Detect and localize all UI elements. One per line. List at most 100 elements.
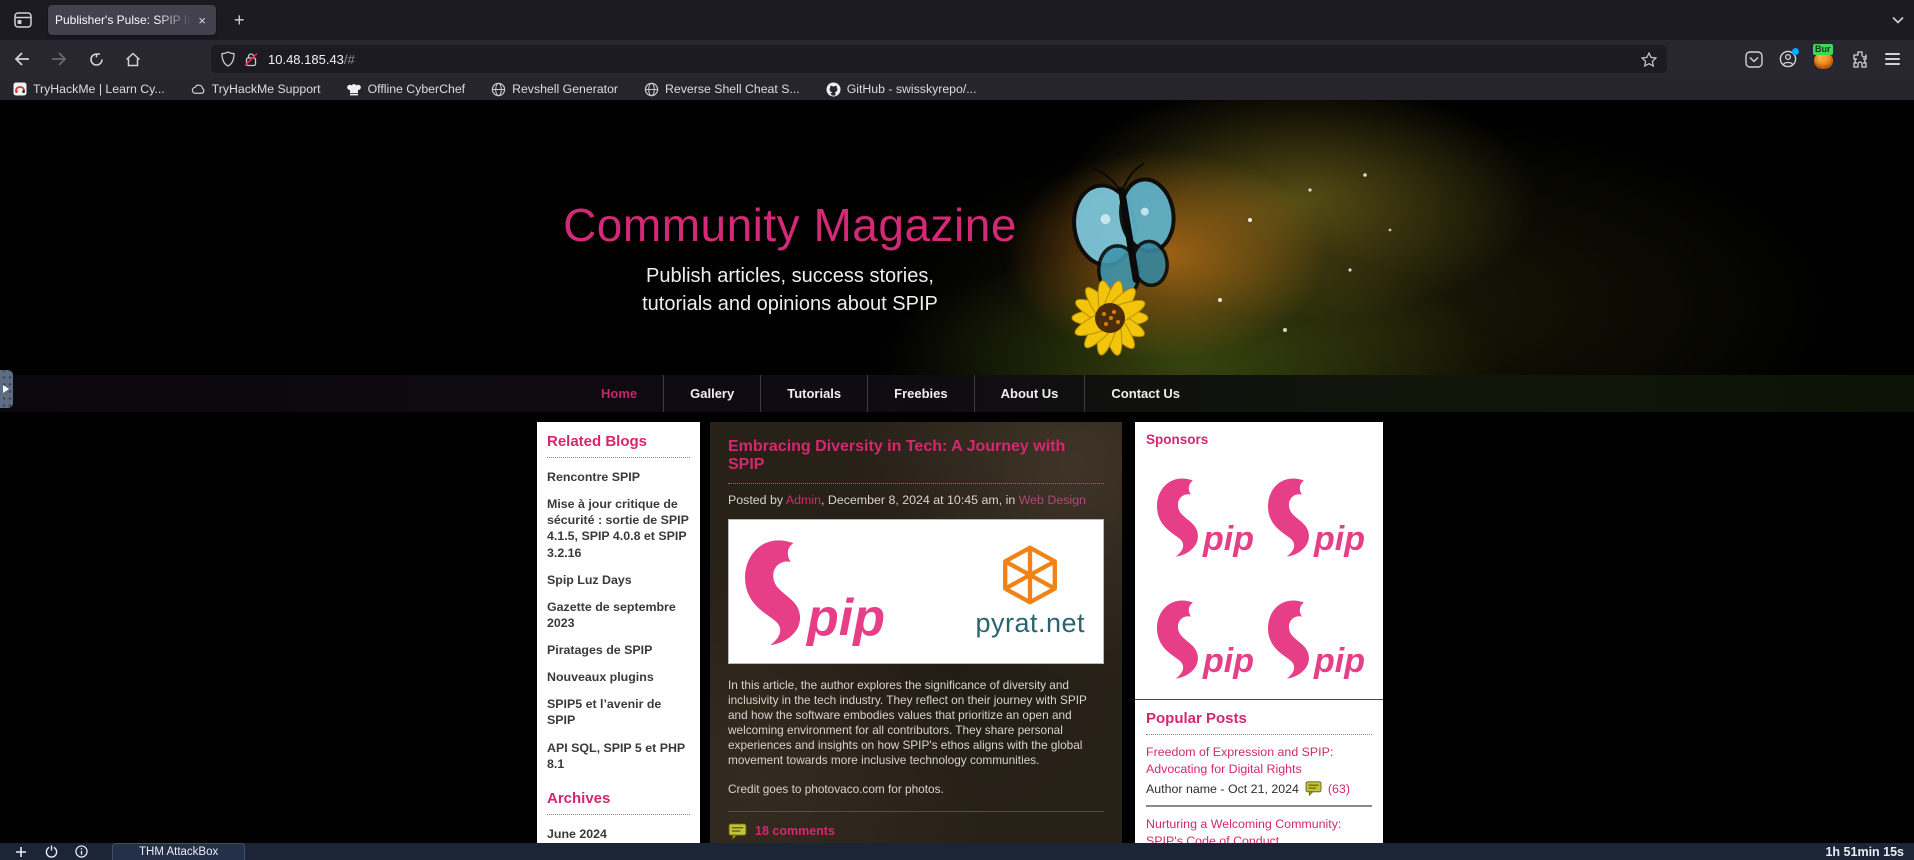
sponsor-spip-logo[interactable]: pip bbox=[1259, 459, 1370, 559]
bookmark-tryhackme[interactable]: TryHackMe | Learn Cy... bbox=[12, 82, 165, 97]
power-icon[interactable] bbox=[36, 845, 66, 858]
split-view-handle[interactable] bbox=[0, 370, 13, 408]
related-blog-link[interactable]: Nouveaux plugins bbox=[547, 669, 690, 685]
browser-tab-bar: Publisher's Pulse: SPIP Insigh × + bbox=[0, 0, 1914, 40]
forward-button[interactable] bbox=[45, 45, 73, 73]
attackbox-taskbar: THM AttackBox 1h 51min 15s bbox=[0, 843, 1914, 860]
info-icon[interactable] bbox=[66, 845, 96, 858]
archives-heading: Archives bbox=[547, 790, 690, 807]
sponsor-grid: pip pip pip pip bbox=[1146, 451, 1372, 697]
spip-logo: pip bbox=[739, 536, 885, 648]
related-blogs-heading: Related Blogs bbox=[547, 433, 690, 450]
category-link[interactable]: Web Design bbox=[1019, 493, 1086, 507]
popular-post-link[interactable]: Freedom of Expression and SPIP: Advocati… bbox=[1146, 744, 1372, 777]
archive-link[interactable]: June 2024 bbox=[547, 826, 690, 842]
page-viewport: Community Magazine Publish articles, suc… bbox=[0, 100, 1914, 843]
right-sidebar: Sponsors pip pip pip pip Popular Posts F… bbox=[1135, 422, 1383, 843]
browser-toolbar: 10.48.185.43/# Bur bbox=[0, 40, 1914, 78]
insecure-lock-icon[interactable] bbox=[244, 52, 258, 67]
left-sidebar: Related Blogs Rencontre SPIP Mise à jour… bbox=[537, 422, 700, 843]
divider bbox=[1146, 805, 1372, 807]
sponsor-spip-logo[interactable]: pip bbox=[1259, 581, 1370, 681]
comments-link[interactable]: 18 comments bbox=[755, 824, 835, 838]
url-path: /# bbox=[344, 52, 355, 67]
bookmark-tryhackme-support[interactable]: TryHackMe Support bbox=[191, 82, 321, 97]
site-title: Community Magazine bbox=[440, 198, 1140, 252]
new-tab-button[interactable]: + bbox=[226, 8, 253, 33]
nav-item-home[interactable]: Home bbox=[575, 375, 663, 412]
bookmark-github-swisskyrepo[interactable]: GitHub - swisskyrepo/... bbox=[826, 82, 977, 97]
author-link[interactable]: Admin bbox=[786, 493, 821, 507]
account-notification-dot bbox=[1792, 48, 1799, 55]
attackbox-tab[interactable]: THM AttackBox bbox=[112, 843, 245, 860]
nav-item-about-us[interactable]: About Us bbox=[974, 375, 1085, 412]
comment-count-link[interactable]: (63) bbox=[1328, 782, 1350, 796]
url-bar[interactable]: 10.48.185.43/# bbox=[211, 45, 1667, 73]
related-blog-link[interactable]: SPIP5 et l’avenir de SPIP bbox=[547, 696, 690, 728]
related-blog-link[interactable]: Piratages de SPIP bbox=[547, 642, 690, 658]
globe-icon bbox=[644, 82, 659, 97]
add-tab-icon[interactable] bbox=[6, 846, 36, 858]
cloud-icon bbox=[191, 82, 206, 97]
home-button[interactable] bbox=[119, 45, 147, 73]
foxyproxy-icon[interactable]: Bur bbox=[1813, 48, 1835, 70]
proxy-badge: Bur bbox=[1813, 44, 1833, 55]
site-tagline-line2: tutorials and opinions about SPIP bbox=[440, 290, 1140, 318]
bookmark-cyberchef[interactable]: Offline CyberChef bbox=[347, 82, 466, 97]
article-card: Embracing Diversity in Tech: A Journey w… bbox=[710, 422, 1122, 843]
divider bbox=[547, 814, 690, 815]
bookmark-reverse-shell-cheatsheet[interactable]: Reverse Shell Cheat S... bbox=[644, 82, 800, 97]
account-icon[interactable] bbox=[1779, 50, 1797, 68]
bookmark-star-icon[interactable] bbox=[1641, 52, 1657, 67]
menu-hamburger-icon[interactable] bbox=[1885, 53, 1900, 65]
site-tagline-line1: Publish articles, success stories, bbox=[440, 262, 1140, 290]
nav-item-contact-us[interactable]: Contact Us bbox=[1084, 375, 1206, 412]
browser-tab[interactable]: Publisher's Pulse: SPIP Insigh × bbox=[48, 5, 216, 35]
popular-post-link[interactable]: Nurturing a Welcoming Community: SPIP's … bbox=[1146, 816, 1372, 843]
article-byline: Posted by Admin, December 8, 2024 at 10:… bbox=[728, 493, 1104, 507]
bookmarks-bar: TryHackMe | Learn Cy... TryHackMe Suppor… bbox=[0, 78, 1914, 100]
comment-bubble-icon bbox=[728, 823, 747, 840]
related-blog-link[interactable]: Gazette de septembre 2023 bbox=[547, 599, 690, 631]
chef-hat-icon bbox=[347, 82, 362, 97]
reload-button[interactable] bbox=[82, 45, 110, 73]
sponsors-heading: Sponsors bbox=[1146, 432, 1372, 447]
site-nav: Home Gallery Tutorials Freebies About Us… bbox=[0, 375, 1914, 412]
extensions-puzzle-icon[interactable] bbox=[1851, 50, 1869, 68]
divider bbox=[1146, 734, 1372, 735]
nav-item-tutorials[interactable]: Tutorials bbox=[760, 375, 867, 412]
pyrat-logo: pyrat.net bbox=[975, 544, 1085, 639]
tab-title: Publisher's Pulse: SPIP Insigh bbox=[55, 13, 195, 27]
sponsor-spip-logo[interactable]: pip bbox=[1148, 581, 1259, 681]
tab-close-icon[interactable]: × bbox=[195, 13, 209, 28]
shield-icon[interactable] bbox=[221, 51, 235, 67]
sponsor-spip-logo[interactable]: pip bbox=[1148, 459, 1259, 559]
url-host: 10.48.185.43 bbox=[268, 52, 344, 67]
comment-bubble-icon bbox=[1305, 781, 1322, 796]
article-image: pip pyrat.net bbox=[728, 519, 1104, 664]
firefox-view-icon[interactable] bbox=[6, 6, 40, 34]
related-blog-link[interactable]: Rencontre SPIP bbox=[547, 469, 690, 485]
globe-icon bbox=[491, 82, 506, 97]
bookmark-revshell-generator[interactable]: Revshell Generator bbox=[491, 82, 618, 97]
tab-overflow-chevron-icon[interactable] bbox=[1892, 16, 1904, 24]
session-timer: 1h 51min 15s bbox=[1825, 845, 1904, 859]
related-blog-link[interactable]: Mise à jour critique de sécurité : sorti… bbox=[547, 496, 690, 561]
back-button[interactable] bbox=[8, 45, 36, 73]
popular-post-meta: Author name - Oct 21, 2024 (63) bbox=[1146, 781, 1372, 796]
divider bbox=[728, 811, 1104, 812]
divider bbox=[547, 457, 690, 458]
nav-item-gallery[interactable]: Gallery bbox=[663, 375, 760, 412]
github-icon bbox=[826, 82, 841, 97]
nav-item-freebies[interactable]: Freebies bbox=[867, 375, 973, 412]
pocket-icon[interactable] bbox=[1745, 51, 1763, 68]
tryhackme-icon bbox=[12, 82, 27, 97]
attackbox-screen: Publisher's Pulse: SPIP Insigh × + bbox=[0, 0, 1914, 860]
related-blog-link[interactable]: API SQL, SPIP 5 et PHP 8.1 bbox=[547, 740, 690, 772]
article-title[interactable]: Embracing Diversity in Tech: A Journey w… bbox=[728, 438, 1104, 484]
article-credit: Credit goes to photovaco.com for photos. bbox=[728, 782, 1104, 796]
popular-posts-heading: Popular Posts bbox=[1146, 710, 1372, 727]
article-body: In this article, the author explores the… bbox=[728, 678, 1104, 769]
site-header: Community Magazine Publish articles, suc… bbox=[0, 100, 1914, 375]
related-blog-link[interactable]: Spip Luz Days bbox=[547, 572, 690, 588]
